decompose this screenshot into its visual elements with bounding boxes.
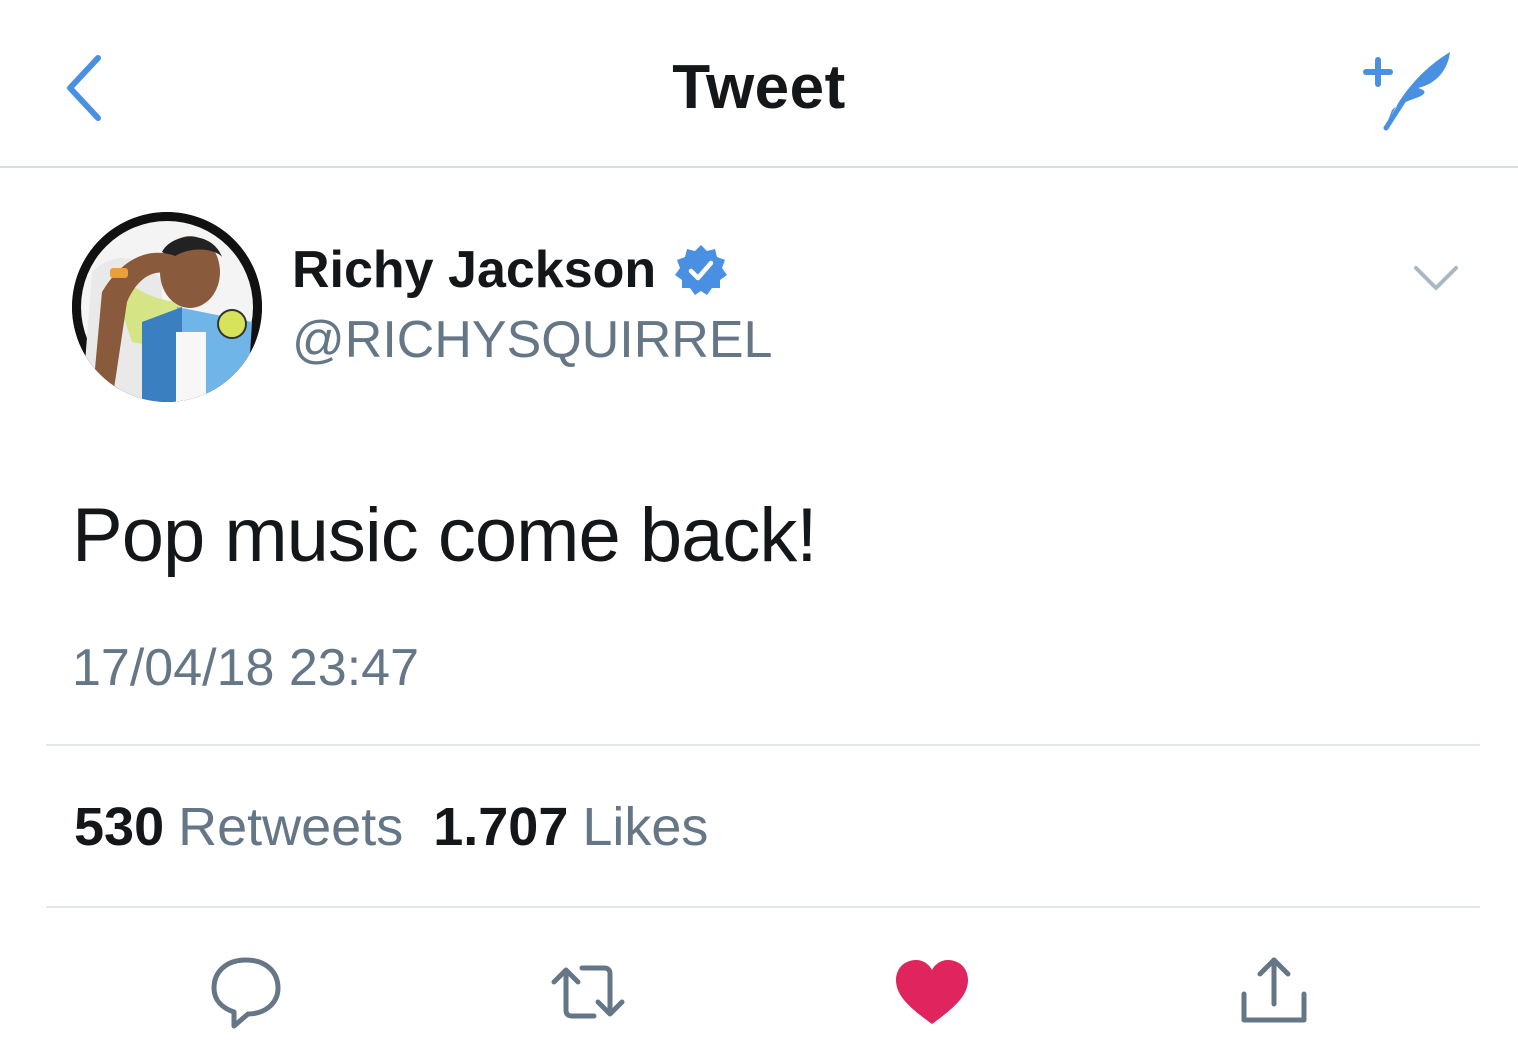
verified-badge-icon [675, 245, 728, 295]
compose-tweet-button[interactable] [1356, 44, 1456, 134]
avatar-portrait-image [72, 212, 262, 402]
tweet-stats: 530 Retweets 1.707 Likes [74, 796, 708, 858]
tweet-timestamp: 17/04/18 23:47 [72, 639, 419, 697]
share-button[interactable] [1232, 950, 1316, 1034]
author-name-text: Richy Jackson [292, 241, 657, 299]
reply-button[interactable] [204, 950, 288, 1034]
retweets-count: 530 [74, 797, 165, 857]
more-options-button[interactable] [1410, 260, 1462, 296]
divider [46, 744, 1480, 746]
compose-tweet-icon [1363, 52, 1450, 131]
share-icon [1241, 957, 1307, 1023]
reply-icon [211, 957, 281, 1029]
tweet-text: Pop music come back! [72, 493, 818, 578]
tweet-detail-screen: Tweet Richy Jackson @RICHYSQUIRREL Pop m… [0, 0, 1518, 1056]
retweet-button[interactable] [546, 950, 630, 1034]
retweet-icon [551, 965, 625, 1019]
page-title: Tweet [672, 53, 846, 122]
divider [46, 906, 1480, 908]
like-button[interactable] [890, 950, 974, 1034]
retweets-stat[interactable]: 530 Retweets [74, 796, 403, 858]
avatar[interactable] [72, 212, 262, 402]
author-handle[interactable]: @RICHYSQUIRREL [292, 310, 772, 370]
chevron-down-icon [1414, 266, 1458, 290]
likes-count: 1.707 [433, 797, 569, 857]
author-name[interactable]: Richy Jackson [292, 240, 728, 300]
top-nav-bar: Tweet [0, 0, 1518, 168]
likes-label: Likes [582, 797, 709, 857]
likes-stat[interactable]: 1.707 Likes [433, 796, 708, 858]
heart-icon [896, 960, 968, 1024]
retweets-label: Retweets [178, 797, 404, 857]
